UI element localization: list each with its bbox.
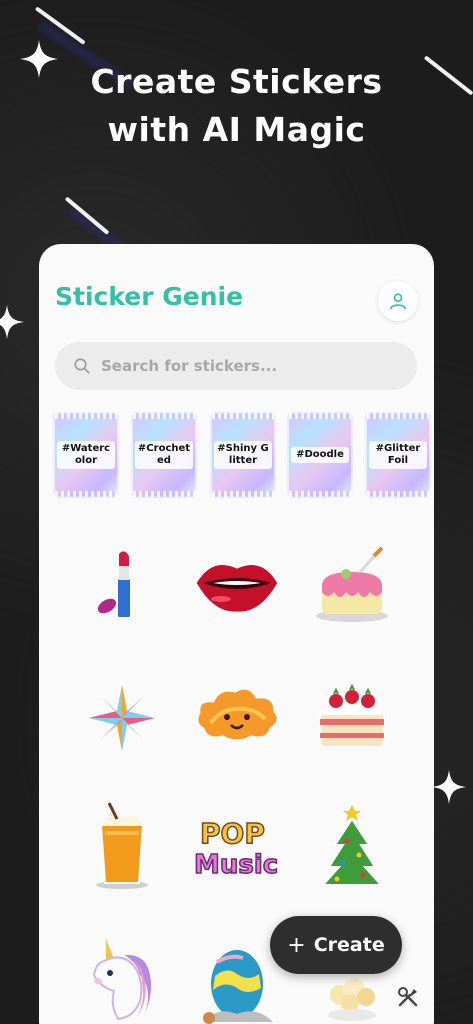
- pack-label: #Shiny Glitter: [214, 441, 272, 469]
- cake-sticker[interactable]: [302, 536, 402, 636]
- profile-button[interactable]: [378, 281, 418, 321]
- lips-sticker[interactable]: [187, 534, 287, 634]
- headline-line2: with AI Magic: [107, 110, 366, 149]
- star-sticker[interactable]: [72, 668, 172, 768]
- pack-crocheted[interactable]: #Crocheted: [131, 412, 197, 498]
- pack-label: #Watercolor: [57, 441, 115, 469]
- pack-glitter-foil[interactable]: #Glitter Foil: [365, 412, 431, 498]
- pop-music-sticker[interactable]: POP Music: [187, 796, 287, 896]
- app-title: Sticker Genie: [55, 282, 244, 311]
- sparkle-icon: [0, 305, 24, 339]
- pack-shiny-glitter[interactable]: #Shiny Glitter: [210, 412, 276, 498]
- pack-label: #Glitter Foil: [369, 441, 427, 469]
- orange-drink-sticker[interactable]: [72, 796, 172, 896]
- pack-label: #Doodle: [291, 447, 349, 463]
- music-text: Music: [194, 850, 278, 880]
- app-screen: Sticker Genie Search for stickers... #Wa…: [39, 244, 434, 1024]
- sparkle-icon: [432, 770, 466, 804]
- user-icon: [390, 293, 406, 310]
- search-placeholder: Search for stickers...: [101, 357, 278, 375]
- pack-label: #Crocheted: [135, 441, 193, 469]
- cloud-sticker[interactable]: [187, 664, 287, 764]
- tools-icon[interactable]: [396, 985, 420, 1009]
- pack-watercolor[interactable]: #Watercolor: [53, 412, 119, 498]
- sticker-pack-row: #Watercolor #Crocheted #Shiny Glitter #D…: [53, 412, 431, 500]
- plus-icon: +: [287, 932, 306, 958]
- headline: Create Stickers with AI Magic: [0, 58, 473, 154]
- search-icon: [74, 358, 90, 374]
- create-button-label: Create: [313, 934, 385, 956]
- unicorn-sticker[interactable]: [72, 930, 172, 1024]
- christmas-tree-sticker[interactable]: [302, 796, 402, 896]
- headline-line1: Create Stickers: [90, 62, 383, 101]
- pack-doodle[interactable]: #Doodle: [287, 412, 353, 498]
- lipstick-sticker[interactable]: [72, 536, 172, 636]
- pop-text: POP: [200, 817, 265, 850]
- search-input[interactable]: Search for stickers...: [55, 342, 417, 390]
- create-button[interactable]: + Create: [270, 916, 402, 974]
- strawberry-cake-sticker[interactable]: [302, 668, 402, 768]
